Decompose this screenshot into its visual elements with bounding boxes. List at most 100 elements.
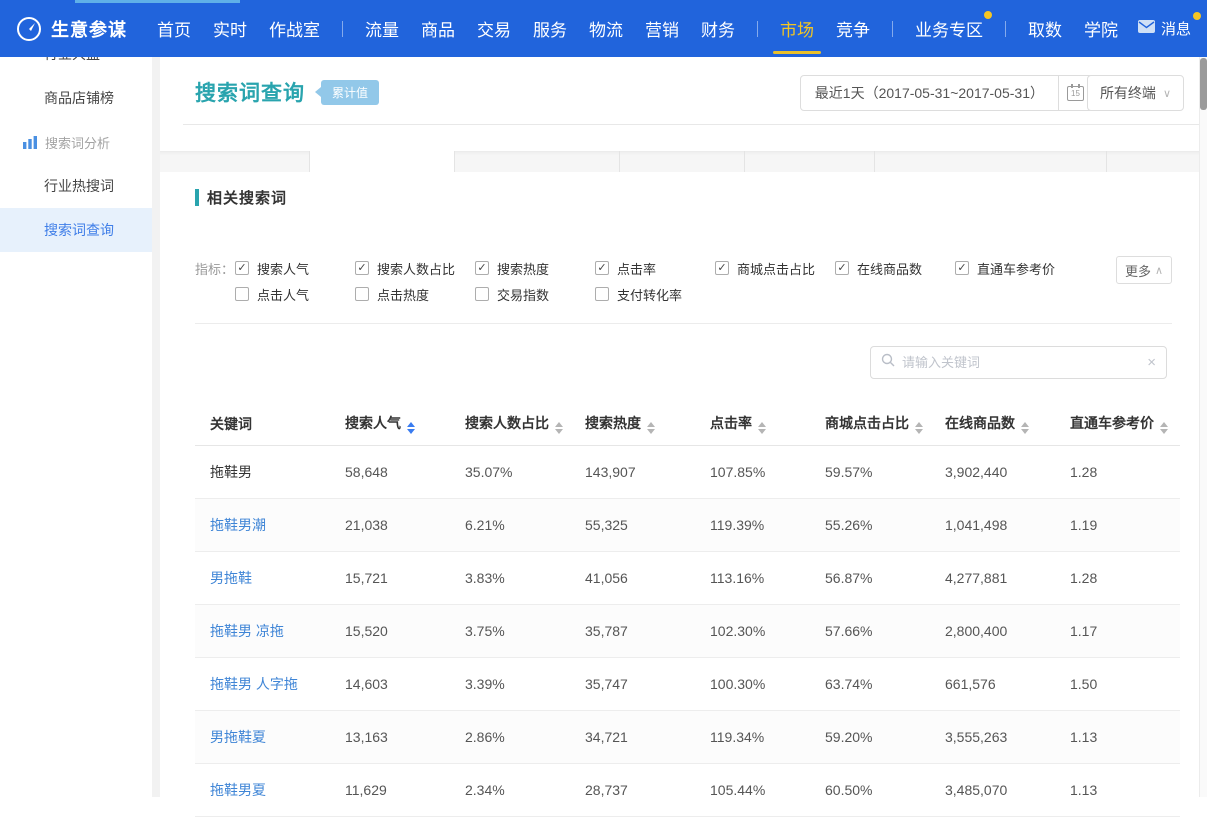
column-label: 点击率 — [710, 415, 752, 431]
tab-4[interactable] — [620, 151, 745, 172]
page-scrollbar[interactable] — [1199, 57, 1207, 797]
value-cell: 2.86% — [450, 710, 570, 763]
terminal-select[interactable]: 所有终端 ∨ — [1087, 75, 1184, 111]
checkbox-unchecked-icon[interactable] — [355, 287, 369, 301]
table-row: 拖鞋男58,64835.07%143,907107.85%59.57%3,902… — [195, 445, 1180, 498]
tab-6[interactable] — [875, 151, 1107, 172]
checkbox-checked-icon[interactable]: ✓ — [475, 261, 489, 275]
clear-icon[interactable]: × — [1147, 355, 1156, 370]
keyword-cell[interactable]: 拖鞋男潮 — [195, 498, 330, 551]
column-header-搜索人数占比[interactable]: 搜索人数占比 — [450, 403, 570, 445]
checkbox-checked-icon[interactable]: ✓ — [235, 261, 249, 275]
table-row: 男拖鞋夏13,1632.86%34,721119.34%59.20%3,555,… — [195, 710, 1180, 763]
nav-item-学院[interactable]: 学院 — [1084, 16, 1118, 41]
table-row: 拖鞋男 人字拖14,6033.39%35,747100.30%63.74%661… — [195, 657, 1180, 710]
nav-item-交易[interactable]: 交易 — [477, 16, 511, 41]
column-header-在线商品数[interactable]: 在线商品数 — [930, 403, 1055, 445]
sort-icon[interactable] — [407, 422, 415, 434]
column-header-搜索人气[interactable]: 搜索人气 — [330, 403, 450, 445]
date-range-picker[interactable]: 最近1天（2017-05-31~2017-05-31） 15 — [800, 75, 1093, 111]
value-cell: 100.30% — [695, 657, 810, 710]
sort-icon[interactable] — [647, 422, 655, 434]
table-header-row: 关键词搜索人气搜索人数占比搜索热度点击率商城点击占比在线商品数直通车参考价 — [195, 403, 1180, 445]
checkbox-unchecked-icon[interactable] — [595, 287, 609, 301]
sidebar-item-行业热搜词[interactable]: 行业热搜词 — [0, 164, 152, 208]
checkbox-支付转化率[interactable]: 支付转化率 — [595, 285, 715, 304]
keyword-cell[interactable]: 男拖鞋夏 — [195, 710, 330, 763]
keyword-cell[interactable]: 拖鞋男 凉拖 — [195, 604, 330, 657]
checkbox-checked-icon[interactable]: ✓ — [715, 261, 729, 275]
column-header-商城点击占比[interactable]: 商城点击占比 — [810, 403, 930, 445]
value-cell: 119.39% — [695, 498, 810, 551]
checkbox-点击热度[interactable]: 点击热度 — [355, 285, 475, 304]
checkbox-直通车参考价[interactable]: ✓直通车参考价 — [955, 259, 1075, 278]
sort-down-arrow — [1160, 429, 1168, 434]
sidebar-item-搜索词查询[interactable]: 搜索词查询 — [0, 208, 152, 252]
search-input[interactable] — [902, 355, 1140, 370]
checkbox-搜索人气[interactable]: ✓搜索人气 — [235, 259, 355, 278]
keyword-cell[interactable]: 男拖鞋 — [195, 551, 330, 604]
checkbox-unchecked-icon[interactable] — [475, 287, 489, 301]
checkbox-checked-icon[interactable]: ✓ — [835, 261, 849, 275]
checkbox-checked-icon[interactable]: ✓ — [355, 261, 369, 275]
nav-item-实时[interactable]: 实时 — [213, 16, 247, 41]
keyword-cell[interactable]: 拖鞋男夏 — [195, 763, 330, 816]
sort-icon[interactable] — [758, 422, 766, 434]
table-body: 拖鞋男58,64835.07%143,907107.85%59.57%3,902… — [195, 445, 1180, 816]
messages-button[interactable]: 消息 — [1138, 18, 1191, 39]
checkbox-搜索人数占比[interactable]: ✓搜索人数占比 — [355, 259, 475, 278]
nav-item-物流[interactable]: 物流 — [589, 16, 623, 41]
sort-icon[interactable] — [1160, 422, 1168, 434]
checkbox-点击人气[interactable]: 点击人气 — [235, 285, 355, 304]
nav-item-作战室[interactable]: 作战室 — [269, 16, 320, 41]
column-label: 直通车参考价 — [1070, 415, 1154, 431]
scrollbar-thumb[interactable] — [1200, 58, 1207, 110]
tab-1[interactable] — [160, 151, 310, 172]
checkbox-checked-icon[interactable]: ✓ — [595, 261, 609, 275]
value-cell: 6.21% — [450, 498, 570, 551]
nav-item-竞争[interactable]: 竞争 — [836, 16, 870, 41]
nav-item-市场[interactable]: 市场 — [780, 16, 814, 41]
tab-3[interactable] — [455, 151, 620, 172]
column-header-搜索热度[interactable]: 搜索热度 — [570, 403, 695, 445]
checkbox-checked-icon[interactable]: ✓ — [955, 261, 969, 275]
tab-2[interactable] — [310, 151, 455, 172]
nav-item-营销[interactable]: 营销 — [645, 16, 679, 41]
browser-strip — [75, 0, 240, 3]
nav-item-财务[interactable]: 财务 — [701, 16, 735, 41]
nav-item-首页[interactable]: 首页 — [157, 16, 191, 41]
nav-item-商品[interactable]: 商品 — [421, 16, 455, 41]
column-header-直通车参考价[interactable]: 直通车参考价 — [1055, 403, 1180, 445]
app-logo[interactable]: 生意参谋 — [16, 16, 127, 42]
value-cell: 1.28 — [1055, 551, 1180, 604]
nav-item-取数[interactable]: 取数 — [1028, 16, 1062, 41]
sort-down-arrow — [758, 429, 766, 434]
nav-item-流量[interactable]: 流量 — [365, 16, 399, 41]
tab-5[interactable] — [745, 151, 875, 172]
sort-icon[interactable] — [915, 422, 923, 434]
nav-item-业务专区[interactable]: 业务专区 — [915, 16, 983, 41]
sort-up-arrow — [758, 422, 766, 427]
checkbox-在线商品数[interactable]: ✓ 在线商品数 — [835, 259, 955, 278]
sidebar-scrollbar[interactable] — [152, 57, 160, 797]
sort-icon[interactable] — [555, 422, 563, 434]
checkbox-unchecked-icon[interactable] — [235, 287, 249, 301]
value-cell: 59.20% — [810, 710, 930, 763]
sidebar-item-商品店铺榜[interactable]: 商品店铺榜 — [0, 76, 152, 120]
checkbox-搜索热度[interactable]: ✓搜索热度 — [475, 259, 595, 278]
checkbox-label: 在线商品数 — [857, 259, 922, 278]
nav-item-服务[interactable]: 服务 — [533, 16, 567, 41]
checkbox-点击率[interactable]: ✓点击率 — [595, 259, 715, 278]
value-cell: 1.19 — [1055, 498, 1180, 551]
table-row: 男拖鞋15,7213.83%41,056113.16%56.87%4,277,8… — [195, 551, 1180, 604]
section-title-text: 相关搜索词 — [207, 187, 287, 208]
checkbox-交易指数[interactable]: 交易指数 — [475, 285, 595, 304]
column-header-点击率[interactable]: 点击率 — [695, 403, 810, 445]
checkbox-商城点击占比[interactable]: ✓商城点击占比 — [715, 259, 835, 278]
checkbox-label: 点击人气 — [257, 285, 309, 304]
tab-7[interactable] — [1107, 151, 1199, 172]
keyword-cell[interactable]: 拖鞋男 人字拖 — [195, 657, 330, 710]
sort-down-arrow — [647, 429, 655, 434]
sort-icon[interactable] — [1021, 422, 1029, 434]
more-button[interactable]: 更多 ∧ — [1116, 256, 1172, 284]
